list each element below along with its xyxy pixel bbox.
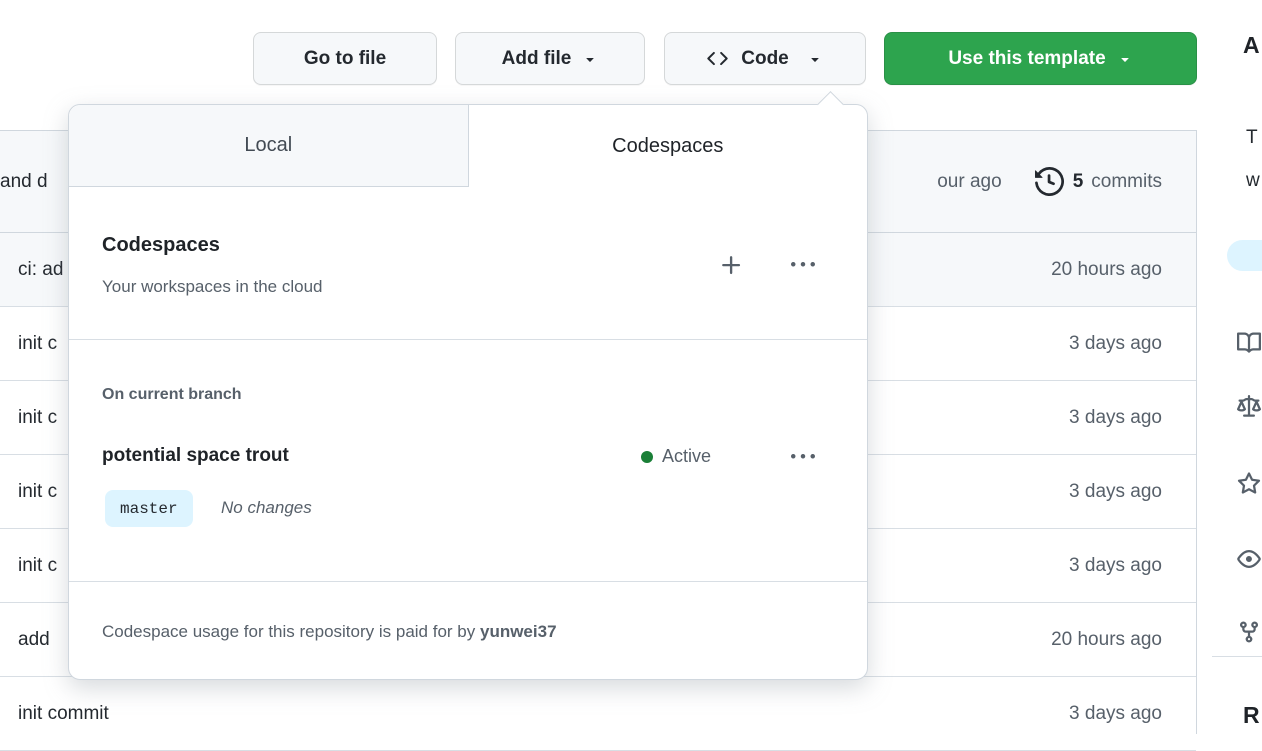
- add-file-label: Add file: [501, 47, 572, 69]
- status-label: Active: [662, 446, 712, 466]
- section-divider: [69, 339, 867, 340]
- commit-message[interactable]: init c: [18, 333, 57, 355]
- plus-icon: [719, 253, 744, 278]
- commit-count[interactable]: 5: [1073, 171, 1084, 193]
- active-dot-icon: [641, 450, 653, 463]
- go-to-file-button[interactable]: Go to file: [253, 32, 437, 85]
- commit-message[interactable]: ci: ad: [18, 259, 63, 281]
- eye-icon: [1237, 547, 1261, 571]
- commit-message[interactable]: init c: [18, 555, 57, 577]
- branch-badge: master: [105, 490, 193, 527]
- chevron-down-icon: [582, 51, 598, 67]
- commit-message[interactable]: init c: [18, 481, 57, 503]
- releases-heading: R: [1243, 702, 1260, 728]
- codespace-name[interactable]: potential space trout: [102, 445, 289, 467]
- section-divider: [69, 581, 867, 582]
- tab-local[interactable]: Local: [69, 105, 469, 187]
- codespaces-title: Codespaces: [102, 234, 220, 256]
- on-current-branch-label: On current branch: [102, 386, 242, 403]
- branch-name: master: [120, 499, 178, 518]
- fork-icon: [1237, 620, 1261, 644]
- codespace-options-button[interactable]: [786, 440, 820, 474]
- usage-note-text: Codespace usage for this repository is p…: [102, 622, 480, 641]
- commit-count-label[interactable]: commits: [1091, 171, 1162, 193]
- dropdown-tabs: Local Codespaces: [69, 105, 867, 187]
- changes-status: No changes: [221, 498, 312, 517]
- tab-codespaces[interactable]: Codespaces: [468, 105, 867, 187]
- commit-age[interactable]: 3 days ago: [1069, 407, 1162, 429]
- latest-commit-message[interactable]: and d: [0, 171, 48, 193]
- about-heading: A: [1243, 32, 1260, 58]
- table-row[interactable]: init commit 3 days ago: [0, 677, 1196, 751]
- go-to-file-label: Go to file: [303, 47, 387, 69]
- about-description-line: T: [1246, 127, 1258, 148]
- star-icon: [1237, 472, 1261, 496]
- commit-age[interactable]: 3 days ago: [1069, 333, 1162, 355]
- law-icon: [1237, 395, 1261, 419]
- history-icon: [1034, 167, 1064, 196]
- commit-age[interactable]: 3 days ago: [1069, 555, 1162, 577]
- book-icon: [1237, 331, 1261, 355]
- commit-age[interactable]: 3 days ago: [1069, 703, 1162, 725]
- usage-note-owner: yunwei37: [479, 622, 557, 641]
- add-file-button[interactable]: Add file: [455, 32, 645, 85]
- topic-pill[interactable]: [1227, 240, 1262, 271]
- commit-message[interactable]: init commit: [18, 703, 109, 725]
- sidebar-divider: [1212, 656, 1262, 657]
- use-this-template-button[interactable]: Use this template: [884, 32, 1197, 85]
- commit-age[interactable]: 20 hours ago: [1051, 629, 1162, 651]
- codespace-status: Active: [641, 446, 711, 467]
- codespaces-subtitle: Your workspaces in the cloud: [102, 277, 323, 296]
- use-this-template-label: Use this template: [948, 47, 1106, 69]
- chevron-down-icon: [1117, 51, 1133, 67]
- code-label: Code: [741, 47, 789, 69]
- commit-age[interactable]: 20 hours ago: [1051, 259, 1162, 281]
- tab-local-label: Local: [244, 134, 293, 156]
- usage-note: Codespace usage for this repository is p…: [102, 622, 557, 642]
- code-button[interactable]: Code: [664, 32, 866, 85]
- commit-age[interactable]: 3 days ago: [1069, 481, 1162, 503]
- code-dropdown-panel: Local Codespaces Codespaces Your workspa…: [68, 91, 868, 680]
- kebab-horizontal-icon: [791, 253, 815, 277]
- codespaces-options-button[interactable]: [786, 248, 820, 282]
- commit-message[interactable]: add: [18, 629, 50, 651]
- commit-message[interactable]: init c: [18, 407, 57, 429]
- about-description-line: w: [1246, 170, 1260, 191]
- code-icon: [707, 48, 728, 69]
- chevron-down-icon: [807, 51, 823, 67]
- kebab-horizontal-icon: [791, 445, 815, 469]
- new-codespace-button[interactable]: [714, 248, 748, 282]
- latest-commit-age: our ago: [937, 170, 1002, 192]
- tab-codespaces-label: Codespaces: [612, 134, 724, 157]
